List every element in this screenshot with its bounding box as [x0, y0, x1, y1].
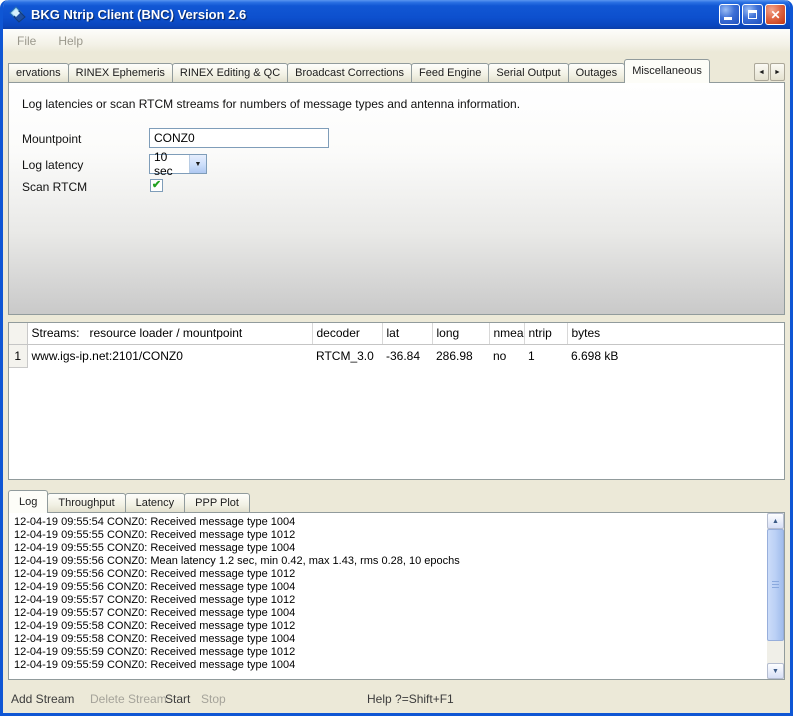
app-icon	[9, 6, 26, 23]
log-line: 12-04-19 09:55:56 CONZ0: Mean latency 1.…	[14, 555, 764, 568]
log-output: 12-04-19 09:55:54 CONZ0: Received messag…	[11, 516, 764, 677]
streams-mountpoint-header: Streams: resource loader / mountpoint	[27, 323, 312, 344]
log-line: 12-04-19 09:55:54 CONZ0: Received messag…	[14, 516, 764, 529]
action-bar: Add Stream Delete Stream Start Stop Help…	[8, 688, 785, 712]
miscellaneous-panel: Log latencies or scan RTCM streams for n…	[8, 82, 785, 315]
menu-bar: File Help	[3, 29, 790, 52]
log-line: 12-04-19 09:55:56 CONZ0: Received messag…	[14, 568, 764, 581]
title-bar[interactable]: BKG Ntrip Client (BNC) Version 2.6 ✕	[3, 0, 790, 29]
maximize-icon	[748, 10, 757, 19]
start-button[interactable]: Start	[165, 692, 190, 706]
stream-bytes-cell[interactable]: 6.698 kB	[567, 344, 784, 367]
tab-outages[interactable]: Outages	[568, 63, 626, 82]
mountpoint-input[interactable]	[149, 128, 329, 148]
stream-lat-cell[interactable]: -36.84	[382, 344, 432, 367]
stream-row[interactable]: 1 www.igs-ip.net:2101/CONZ0 RTCM_3.0 -36…	[9, 344, 784, 367]
tab-rinex-ephemeris[interactable]: RINEX Ephemeris	[68, 63, 173, 82]
stream-mountpoint-cell[interactable]: www.igs-ip.net:2101/CONZ0	[27, 344, 312, 367]
settings-tab-bar: ervations RINEX Ephemeris RINEX Editing …	[8, 58, 785, 83]
scroll-up-icon[interactable]: ▲	[767, 513, 784, 529]
log-line: 12-04-19 09:55:56 CONZ0: Received messag…	[14, 581, 764, 594]
panel-description: Log latencies or scan RTCM streams for n…	[22, 97, 520, 111]
log-line: 12-04-19 09:55:58 CONZ0: Received messag…	[14, 620, 764, 633]
log-line: 12-04-19 09:55:59 CONZ0: Received messag…	[14, 646, 764, 659]
tab-observations[interactable]: ervations	[8, 63, 69, 82]
tab-scroll-left-icon[interactable]: ◄	[754, 63, 769, 81]
close-button[interactable]: ✕	[765, 4, 786, 25]
scan-rtcm-checkbox[interactable]: ✔	[150, 179, 163, 192]
delete-stream-button: Delete Stream	[90, 692, 167, 706]
streams-header-row: Streams: resource loader / mountpoint de…	[9, 323, 784, 344]
tab-rinex-editing-qc[interactable]: RINEX Editing & QC	[172, 63, 288, 82]
streams-long-header: long	[432, 323, 489, 344]
stream-ntrip-cell[interactable]: 1	[524, 344, 567, 367]
scrollbar-thumb[interactable]	[767, 529, 784, 641]
tab-scroll-right-icon[interactable]: ►	[770, 63, 785, 81]
log-line: 12-04-19 09:55:58 CONZ0: Received messag…	[14, 633, 764, 646]
tab-feed-engine[interactable]: Feed Engine	[411, 63, 489, 82]
log-line: 12-04-19 09:55:55 CONZ0: Received messag…	[14, 542, 764, 555]
stop-button: Stop	[201, 692, 226, 706]
scroll-down-icon[interactable]: ▼	[767, 663, 784, 679]
tab-miscellaneous[interactable]: Miscellaneous	[624, 59, 710, 83]
tab-throughput[interactable]: Throughput	[47, 493, 125, 512]
check-icon: ✔	[152, 180, 161, 191]
streams-bytes-header: bytes	[567, 323, 784, 344]
stream-row-number[interactable]: 1	[9, 344, 27, 367]
scan-rtcm-label: Scan RTCM	[22, 180, 87, 194]
log-latency-select[interactable]: 10 sec ▼	[149, 154, 207, 174]
tab-log[interactable]: Log	[8, 490, 48, 513]
tab-latency[interactable]: Latency	[125, 493, 186, 512]
mountpoint-label: Mountpoint	[22, 132, 81, 146]
bnc-window: BKG Ntrip Client (BNC) Version 2.6 ✕ Fil…	[0, 0, 793, 716]
streams-decoder-header: decoder	[312, 323, 382, 344]
stream-decoder-cell[interactable]: RTCM_3.0	[312, 344, 382, 367]
log-panel: 12-04-19 09:55:54 CONZ0: Received messag…	[8, 512, 785, 680]
stream-long-cell[interactable]: 286.98	[432, 344, 489, 367]
streams-table: Streams: resource loader / mountpoint de…	[8, 322, 785, 480]
help-button[interactable]: Help ?=Shift+F1	[367, 692, 454, 706]
stream-nmea-cell[interactable]: no	[489, 344, 524, 367]
log-line: 12-04-19 09:55:55 CONZ0: Received messag…	[14, 529, 764, 542]
streams-corner-header	[9, 323, 27, 344]
tab-broadcast-corrections[interactable]: Broadcast Corrections	[287, 63, 412, 82]
menu-help[interactable]: Help	[52, 32, 89, 50]
log-line: 12-04-19 09:55:57 CONZ0: Received messag…	[14, 594, 764, 607]
log-line: 12-04-19 09:55:59 CONZ0: Received messag…	[14, 659, 764, 672]
streams-ntrip-header: ntrip	[524, 323, 567, 344]
streams-nmea-header: nmea	[489, 323, 524, 344]
log-latency-value: 10 sec	[150, 150, 189, 178]
menu-file[interactable]: File	[11, 32, 42, 50]
tab-scroll-arrows: ◄ ►	[754, 63, 785, 81]
log-line: 12-04-19 09:55:57 CONZ0: Received messag…	[14, 607, 764, 620]
minimize-button[interactable]	[719, 4, 740, 25]
log-latency-label: Log latency	[22, 158, 83, 172]
minimize-icon	[724, 17, 732, 20]
window-title: BKG Ntrip Client (BNC) Version 2.6	[31, 7, 719, 22]
streams-lat-header: lat	[382, 323, 432, 344]
close-icon: ✕	[770, 9, 780, 21]
tab-ppp-plot[interactable]: PPP Plot	[184, 493, 250, 512]
chevron-down-icon[interactable]: ▼	[189, 155, 206, 173]
add-stream-button[interactable]: Add Stream	[11, 692, 74, 706]
log-scrollbar[interactable]: ▲ ▼	[767, 513, 784, 679]
output-tab-bar: Log Throughput Latency PPP Plot	[8, 489, 250, 513]
tab-serial-output[interactable]: Serial Output	[488, 63, 568, 82]
maximize-button[interactable]	[742, 4, 763, 25]
